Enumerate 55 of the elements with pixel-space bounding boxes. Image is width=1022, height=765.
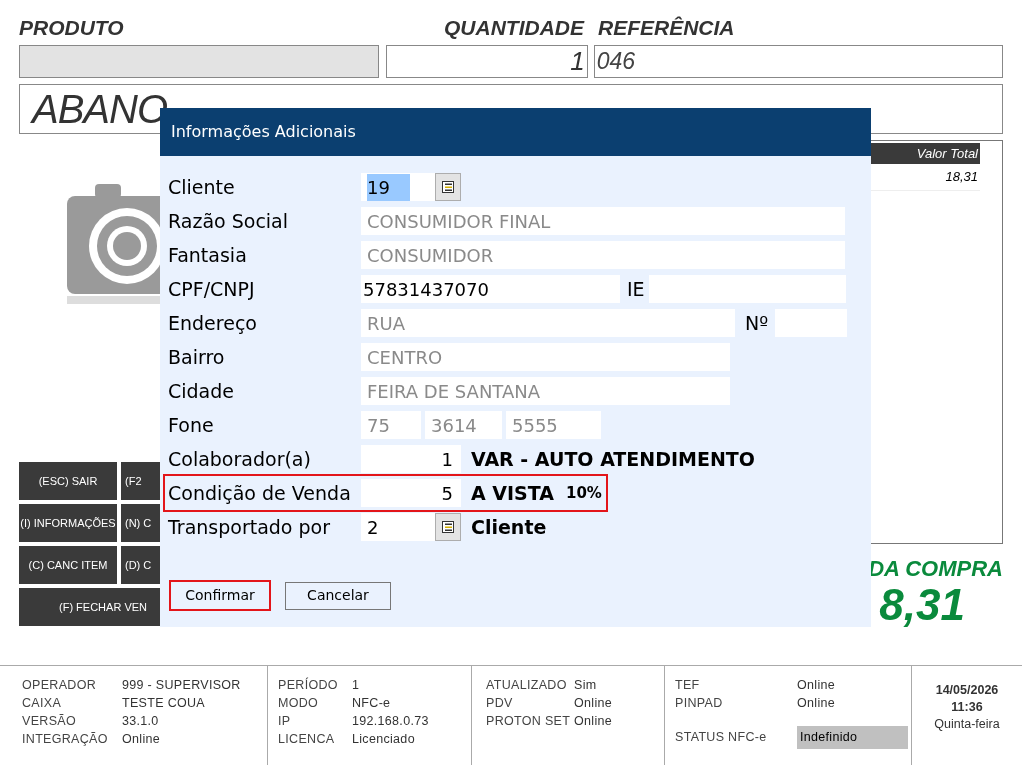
status-label: PROTON SET	[486, 712, 572, 730]
status-value: Online	[797, 676, 835, 694]
date-text: 14/05/2026	[935, 682, 999, 699]
status-label: IP	[278, 712, 292, 730]
field-description: VAR - AUTO ATENDIMENTO	[471, 446, 755, 472]
dialog-title: Informações Adicionais	[171, 121, 356, 143]
status-label: LICENCA	[278, 730, 336, 748]
status-value: 33.1.0	[122, 712, 159, 730]
field-label: Condição de Venda	[168, 480, 352, 506]
field-description: Cliente	[471, 514, 547, 540]
field-label: QUANTIDADE	[444, 15, 584, 41]
column-header: Valor Total	[916, 144, 978, 163]
status-value: Online	[574, 712, 612, 730]
status-label: PINPAD	[675, 694, 724, 712]
field-label: Razão Social	[168, 208, 290, 234]
status-label: STATUS NFC-e	[675, 729, 768, 747]
table-cell-text: 18,31	[945, 168, 978, 187]
field-label: PRODUTO	[19, 16, 124, 39]
field-label: Nº	[745, 310, 770, 336]
status-value: Licenciado	[352, 730, 415, 748]
field-label: IE	[627, 276, 646, 302]
total-value: 8,31	[879, 582, 965, 628]
field-description: A VISTA	[471, 480, 554, 506]
status-value: 192.168.0.73	[352, 712, 429, 730]
field-label: Colaborador(a)	[168, 446, 312, 472]
status-value: TESTE COUA	[122, 694, 205, 712]
status-label: OPERADOR	[22, 676, 98, 694]
field-note: 10%	[565, 482, 602, 504]
status-value: Online	[122, 730, 160, 748]
field-label: Cliente	[168, 174, 236, 200]
status-label: TEF	[675, 676, 701, 694]
status-value: Online	[574, 694, 612, 712]
field-label: Cidade	[168, 378, 235, 404]
field-label: CPF/CNPJ	[168, 276, 256, 302]
field-label: Endereço	[168, 310, 258, 336]
status-label: PDV	[486, 694, 514, 712]
status-label: INTEGRAÇÃO	[22, 730, 109, 748]
status-label: MODO	[278, 694, 320, 712]
status-value: Online	[797, 694, 835, 712]
weekday-text: Quinta-feira	[934, 716, 1000, 733]
time-text: 11:36	[951, 699, 983, 716]
field-label: Bairro	[168, 344, 226, 370]
status-label: PERÍODO	[278, 676, 339, 694]
field-label: Fone	[168, 412, 215, 438]
status-badge: Indefinido	[797, 726, 908, 749]
status-value: 1	[352, 676, 360, 694]
status-value: Sim	[574, 676, 597, 694]
status-label: VERSÃO	[22, 712, 77, 730]
field-label: Fantasia	[168, 242, 248, 268]
status-value: NFC-e	[352, 694, 391, 712]
status-value: 999 - SUPERVISOR	[122, 676, 241, 694]
field-label: REFERÊNCIA	[598, 16, 735, 39]
field-label: Transportado por	[168, 514, 332, 540]
status-label: CAIXA	[22, 694, 63, 712]
status-label: ATUALIZADO	[486, 676, 568, 694]
